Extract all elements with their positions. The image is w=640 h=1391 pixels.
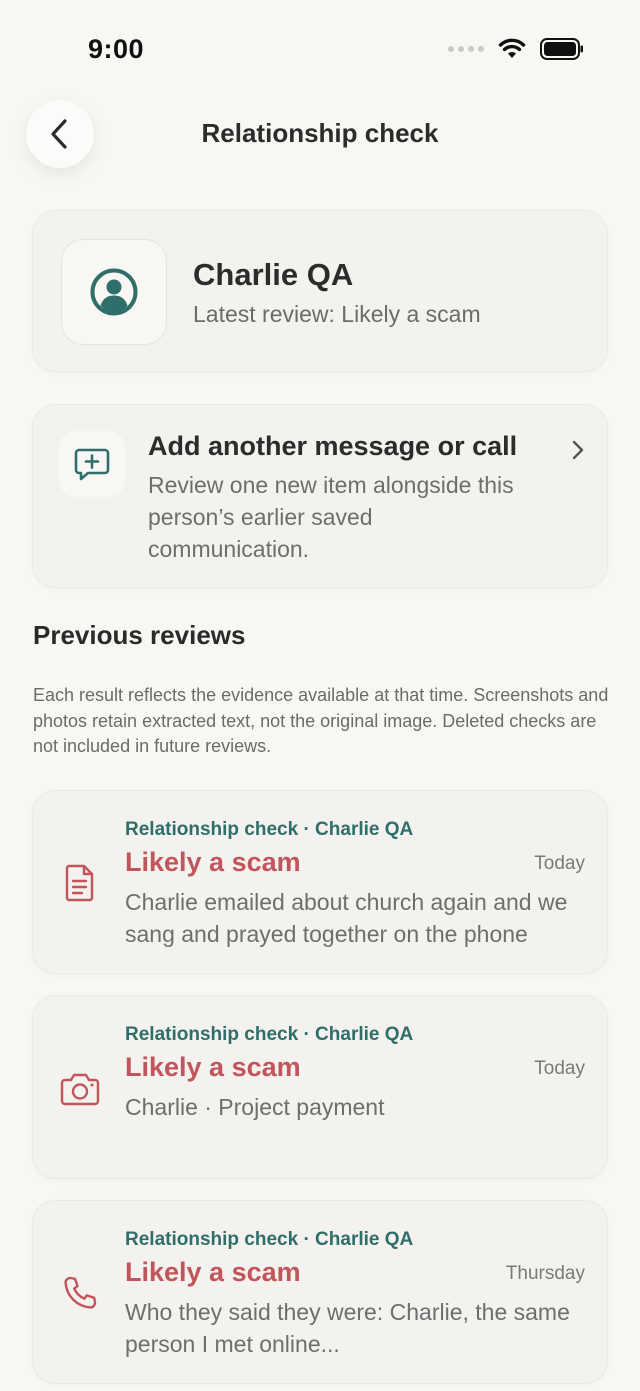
status-icons [448,38,584,60]
page-title: Relationship check [201,118,439,148]
review-snippet: Who they said they were: Charlie, the sa… [125,1299,570,1357]
camera-icon [59,1068,101,1110]
review-date: Today [534,853,585,874]
cellular-signal-icon [448,46,484,52]
battery-icon [540,38,583,60]
review-date: Today [534,1058,585,1079]
document-icon [59,862,101,904]
review-snippet: Charlie emailed about church again and w… [125,889,568,947]
review-item[interactable]: Relationship check · Charlie QA Likely a… [32,1200,608,1384]
status-time: 9:00 [88,34,145,64]
contact-name: Charlie QA [193,257,354,292]
review-item[interactable]: Relationship check · Charlie QA Likely a… [32,790,608,974]
add-icon-box [59,431,125,497]
user-circle-icon [90,268,138,316]
review-item[interactable]: Relationship check · Charlie QA Likely a… [32,995,608,1179]
chevron-right-icon [572,440,584,460]
add-item-title: Add another message or call [148,431,518,461]
contact-card: Charlie QA Latest review: Likely a scam [32,210,608,372]
message-plus-icon [74,448,110,481]
review-snippet: Charlie · Project payment [125,1094,385,1120]
add-item-description: Review one new item alongside this perso… [148,472,514,562]
previous-reviews-note: Each result reflects the evidence availa… [33,685,609,756]
review-kicker: Relationship check · Charlie QA [125,1229,414,1250]
review-kicker: Relationship check · Charlie QA [125,1024,414,1045]
previous-reviews-heading: Previous reviews [33,620,246,650]
review-date: Thursday [505,1263,585,1284]
latest-review-status: Latest review: Likely a scam [193,301,481,327]
review-kicker: Relationship check · Charlie QA [125,819,414,840]
avatar [61,239,167,345]
phone-icon [59,1272,101,1314]
add-message-or-call-button[interactable]: Add another message or call Review one n… [32,404,608,588]
review-verdict: Likely a scam [125,1052,301,1082]
status-bar: 9:00 [0,0,640,100]
review-verdict: Likely a scam [125,1257,301,1287]
wifi-icon [498,38,526,58]
review-verdict: Likely a scam [125,847,301,877]
